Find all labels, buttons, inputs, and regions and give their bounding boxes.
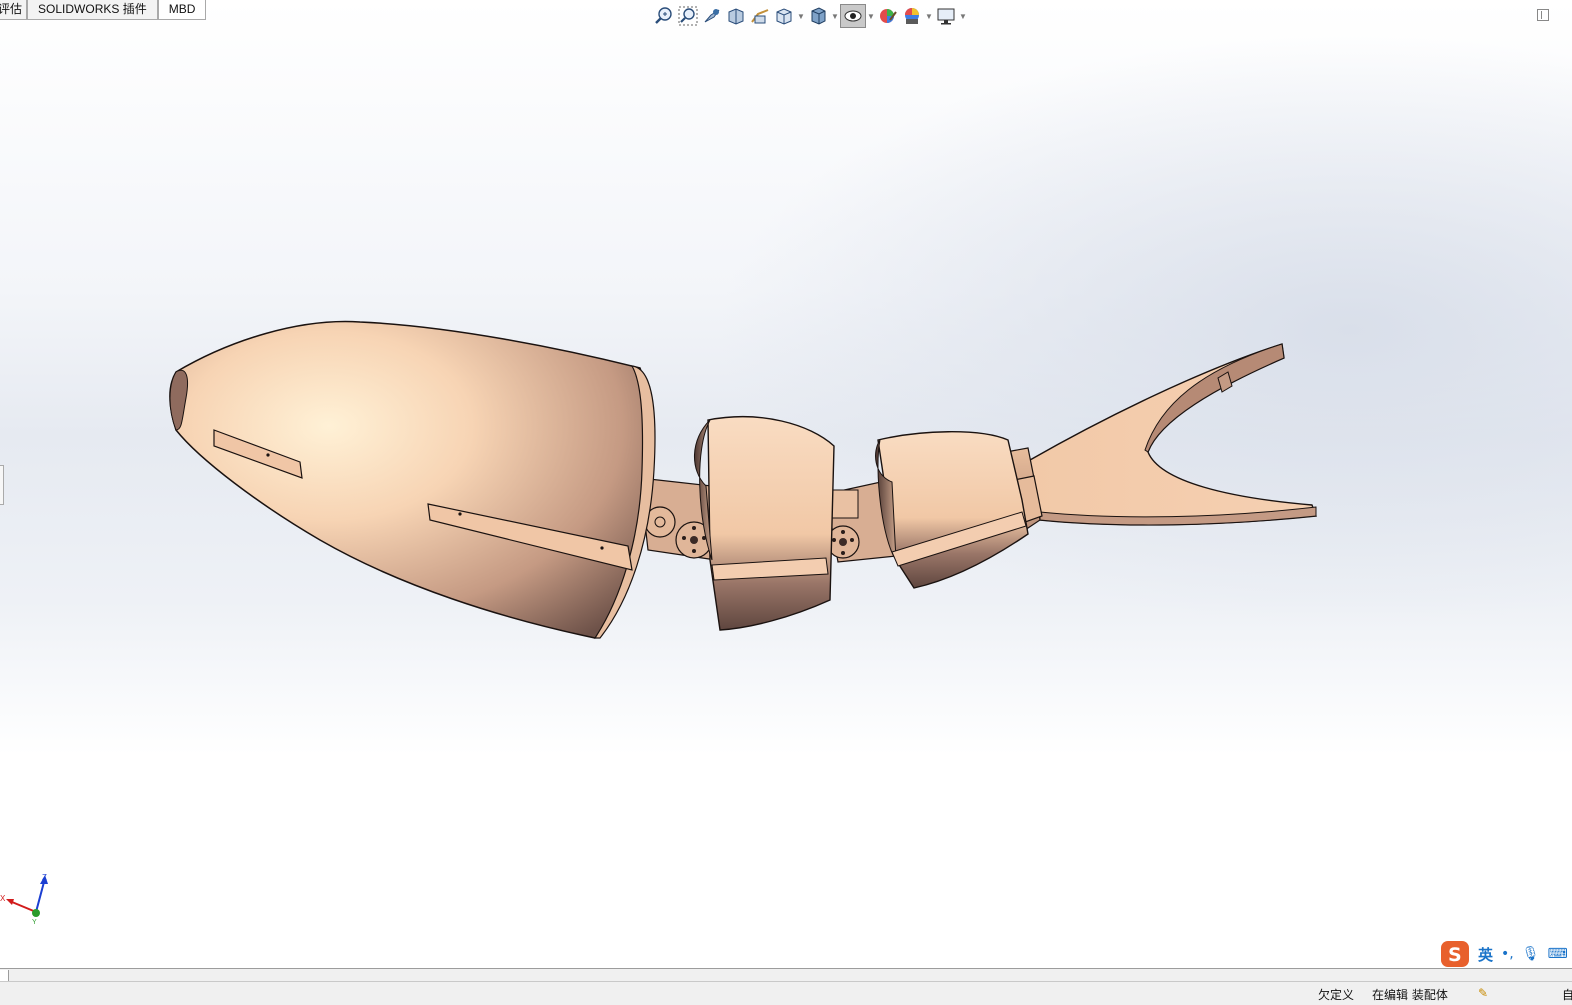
chevron-down-icon[interactable]: ▼ [796,4,806,28]
display-style-icon[interactable] [806,4,830,28]
edit-appearance-icon[interactable] [876,4,900,28]
heads-up-view-toolbar: ▼ ▼ ▼ ▼ ▼ [652,4,968,28]
triad-y-label: Y [32,919,37,925]
triad-x-label: X [0,894,6,903]
svg-text:S: S [1448,944,1462,966]
edit-mode-status: 在编辑 装配体 [1372,988,1448,1002]
feature-manager-collapse-handle[interactable] [0,465,4,505]
command-manager-tabs: 评估 SOLIDWORKS 插件 MBD [0,0,207,21]
chevron-down-icon[interactable]: ▼ [866,4,876,28]
zoom-to-area-icon[interactable] [676,4,700,28]
ime-language-toggle[interactable]: 英 [1478,944,1493,965]
ime-toolbar: S 英 •, 🎙 ⌨ [1440,940,1568,968]
rebuild-icon[interactable]: ✎ [1478,986,1488,1000]
view-settings-icon[interactable] [934,4,958,28]
dynamic-annotation-views-icon[interactable] [748,4,772,28]
units-status[interactable]: 自 [1562,986,1572,1003]
fish-head-shell[interactable] [169,320,656,639]
apply-scene-icon[interactable] [900,4,924,28]
triad-z-label: Z [42,873,47,882]
chevron-down-icon[interactable]: ▼ [830,4,840,28]
chevron-down-icon[interactable]: ▼ [958,4,968,28]
tab-mbd[interactable]: MBD [157,0,207,20]
reference-triad: X Z Y [0,873,48,925]
horizontal-scrollbar[interactable] [0,968,1572,982]
view-orientation-icon[interactable] [772,4,796,28]
section-view-icon[interactable] [724,4,748,28]
tail-fin[interactable] [1029,343,1317,526]
previous-view-icon[interactable] [700,4,724,28]
chevron-down-icon[interactable]: ▼ [924,4,934,28]
body-segment-middle[interactable] [693,416,835,631]
tab-evaluate[interactable]: 评估 [0,0,28,20]
robotic-fish-assembly-model[interactable] [0,0,1572,968]
graphics-area[interactable]: 评估 SOLIDWORKS 插件 MBD ▼ ▼ ▼ ▼ ▼ X Z Y S 英… [0,0,1572,968]
body-segment-rear[interactable] [875,431,1029,589]
tab-solidworks-addins[interactable]: SOLIDWORKS 插件 [27,0,158,20]
zoom-to-fit-icon[interactable] [652,4,676,28]
task-pane-toggle-icon[interactable] [1537,9,1549,21]
sogou-ime-logo-icon[interactable]: S [1440,940,1470,968]
microphone-icon[interactable]: 🎙 [1522,946,1540,962]
definition-status: 欠定义 [1318,988,1355,1002]
hide-show-items-icon[interactable] [840,4,866,28]
status-bar: 欠定义 在编辑 装配体 ✎ 自 [0,982,1572,1005]
scrollbar-thumb[interactable] [0,970,9,981]
ime-punctuation-icon[interactable]: •, [1501,946,1514,962]
keyboard-icon[interactable]: ⌨ [1548,946,1568,962]
